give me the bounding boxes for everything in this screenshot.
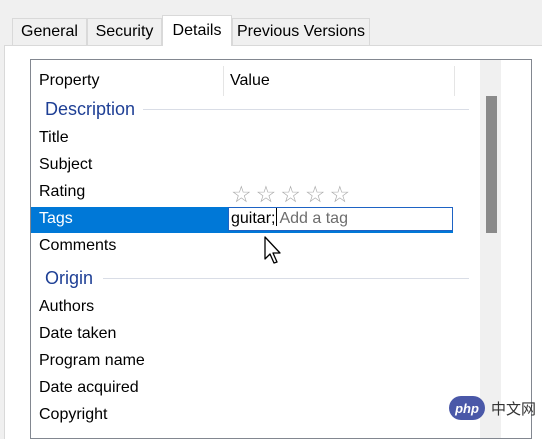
group-divider	[103, 278, 469, 279]
php-logo: php	[449, 396, 485, 420]
property-row-subject[interactable]: Subject	[31, 153, 453, 179]
tab-strip: General Security Details Previous Versio…	[0, 0, 542, 46]
property-label: Subject	[39, 156, 93, 173]
column-header-value[interactable]: Value	[230, 72, 270, 90]
tab-general[interactable]: General	[12, 18, 87, 45]
column-header-property[interactable]: Property	[39, 72, 99, 90]
star-icon[interactable]: ☆	[330, 181, 355, 207]
group-description-heading: Description	[45, 99, 136, 119]
property-label: Copyright	[39, 406, 108, 423]
column-divider[interactable]	[454, 66, 455, 96]
star-icon[interactable]: ☆	[256, 181, 281, 207]
scrollbar-thumb[interactable]	[486, 96, 497, 233]
rating-stars[interactable]: ☆☆☆☆☆	[231, 181, 354, 208]
text-caret	[276, 208, 278, 226]
group-origin-heading: Origin	[45, 268, 94, 288]
tab-details[interactable]: Details	[162, 15, 232, 46]
property-row-program-name[interactable]: Program name	[31, 349, 453, 375]
tab-security[interactable]: Security	[87, 18, 162, 45]
column-divider[interactable]	[223, 66, 224, 96]
property-row-date-taken[interactable]: Date taken	[31, 322, 453, 348]
watermark-text: 中文网	[491, 400, 537, 418]
property-row-rating[interactable]: Rating ☆☆☆☆☆	[31, 180, 453, 208]
property-label: Authors	[39, 298, 95, 315]
property-label: Comments	[39, 237, 117, 254]
property-label: Rating	[39, 183, 86, 200]
property-row-copyright[interactable]: Copyright	[31, 403, 453, 429]
list-header: Property Value	[31, 66, 481, 96]
property-row-date-acquired[interactable]: Date acquired	[31, 376, 453, 402]
property-label: Date taken	[39, 325, 117, 342]
tab-previous-versions[interactable]: Previous Versions	[232, 18, 370, 45]
property-row-title[interactable]: Title	[31, 126, 453, 152]
property-row-authors[interactable]: Authors	[31, 295, 453, 321]
tags-placeholder: Add a tag	[279, 210, 348, 227]
property-label: Date acquired	[39, 379, 139, 396]
star-icon[interactable]: ☆	[280, 181, 305, 207]
group-divider	[143, 109, 469, 110]
property-label: Title	[39, 129, 69, 146]
watermark: php 中文网	[449, 385, 537, 431]
property-label: Tags	[39, 210, 73, 227]
mouse-pointer-icon	[264, 236, 281, 264]
star-icon[interactable]: ☆	[305, 181, 330, 207]
tags-input[interactable]: guitar; Add a tag	[228, 207, 453, 231]
property-row-tags[interactable]: Tags guitar; Add a tag	[31, 207, 453, 233]
star-icon[interactable]: ☆	[231, 181, 256, 207]
tag-value: guitar;	[231, 210, 276, 227]
property-row-comments[interactable]: Comments	[31, 234, 453, 260]
property-label: Program name	[39, 352, 145, 369]
